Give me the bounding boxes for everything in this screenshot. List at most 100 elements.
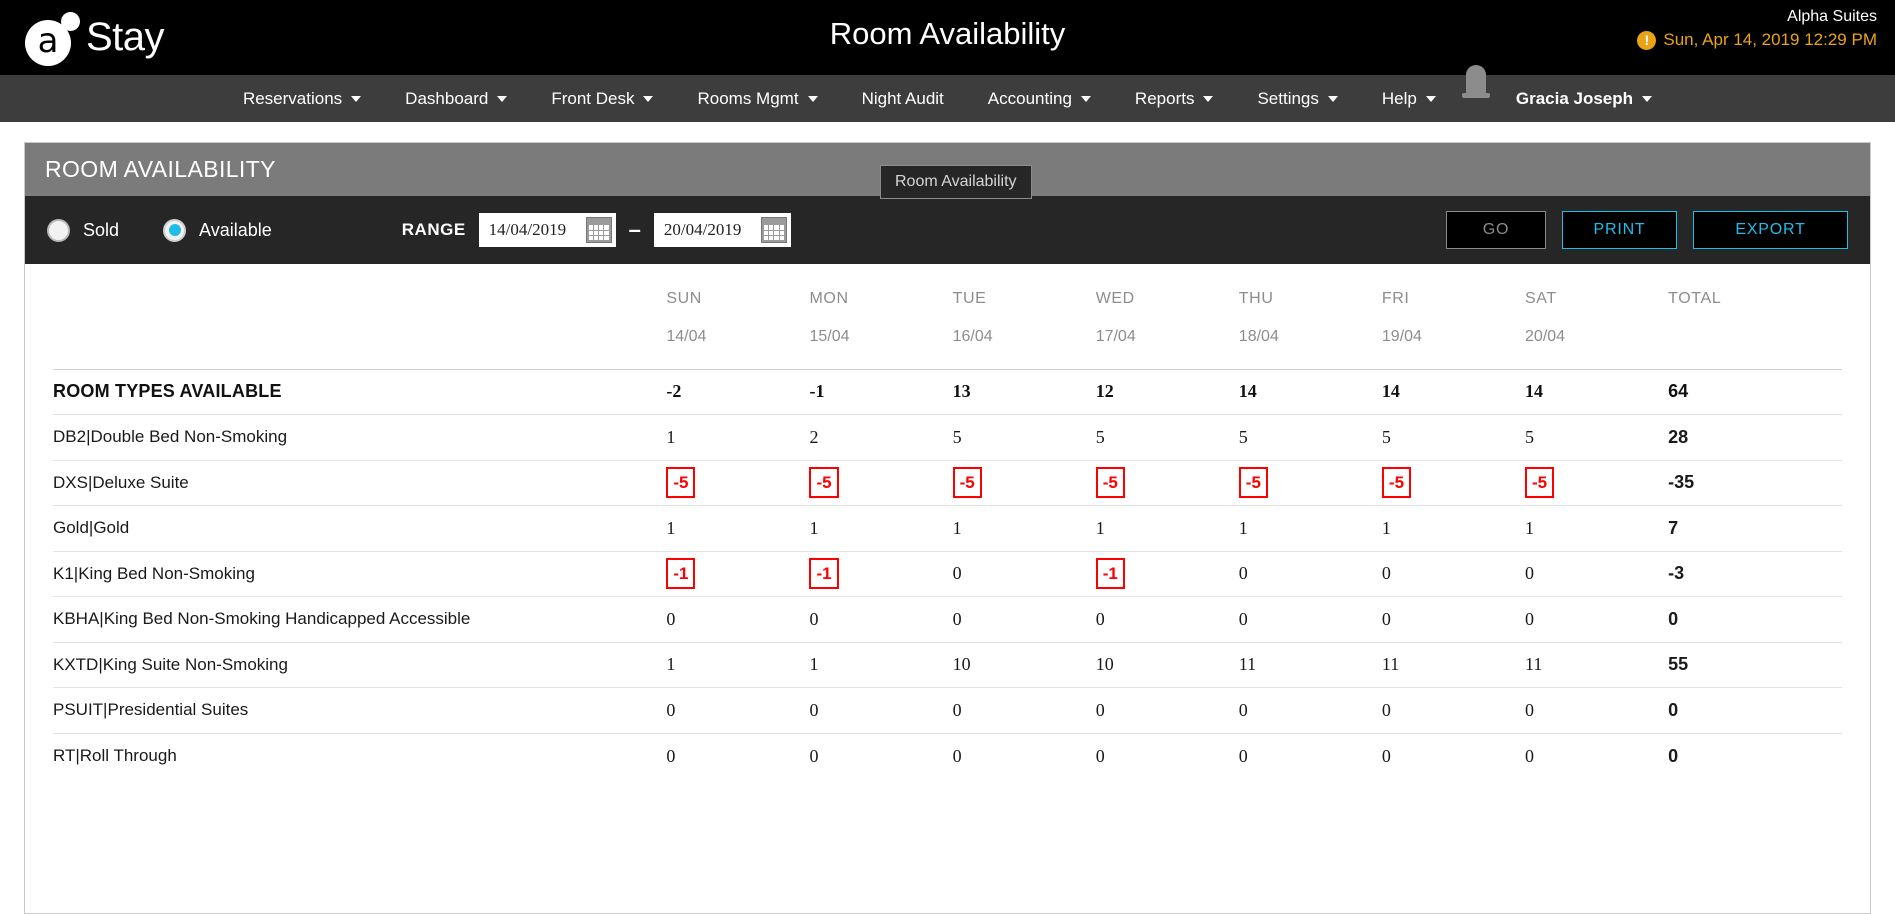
export-button[interactable]: EXPORT bbox=[1693, 211, 1848, 249]
nav-item-reports[interactable]: Reports bbox=[1113, 75, 1236, 122]
cell-total-value: 28 bbox=[1668, 415, 1842, 461]
cell-day-value: 0 bbox=[953, 688, 1096, 734]
radio-option-sold[interactable]: Sold bbox=[47, 219, 119, 242]
datetime-row: ! Sun, Apr 14, 2019 12:29 PM bbox=[1637, 30, 1877, 50]
cell-day-value: 5 bbox=[1382, 415, 1525, 461]
negative-value-badge: -1 bbox=[666, 558, 695, 589]
cell-day-value: 0 bbox=[1525, 551, 1668, 597]
cell-day-value: 0 bbox=[666, 733, 809, 779]
table-row: PSUIT|Presidential Suites00000000 bbox=[53, 688, 1842, 734]
cell-day-value: 5 bbox=[1525, 415, 1668, 461]
panel-title: ROOM AVAILABILITY bbox=[45, 156, 276, 183]
room-availability-table: SUN 14/04 MON 15/04 TUE 16/04 bbox=[53, 264, 1842, 779]
cell-day-value: -5 bbox=[1382, 460, 1525, 506]
property-name: Alpha Suites bbox=[1637, 6, 1877, 28]
cell-room-type-name: KBHA|King Bed Non-Smoking Handicapped Ac… bbox=[53, 597, 666, 643]
nav-item-settings[interactable]: Settings bbox=[1235, 75, 1359, 122]
cell-day-value: 5 bbox=[1239, 415, 1382, 461]
table-row: ROOM TYPES AVAILABLE-2-1131214141464 bbox=[53, 369, 1842, 415]
cell-day-value: 14 bbox=[1239, 369, 1382, 415]
negative-value-badge: -5 bbox=[666, 467, 695, 498]
radio-label-sold: Sold bbox=[83, 220, 119, 241]
column-header-mon: MON 15/04 bbox=[809, 264, 952, 369]
cell-day-value: 10 bbox=[953, 642, 1096, 688]
nav-item-reservations[interactable]: Reservations bbox=[221, 75, 383, 122]
nav-label: Rooms Mgmt bbox=[697, 89, 798, 109]
negative-value-badge: -5 bbox=[953, 467, 982, 498]
radio-circle-selected-icon bbox=[163, 219, 186, 242]
cell-day-value: 0 bbox=[1239, 597, 1382, 643]
calendar-icon[interactable] bbox=[586, 217, 612, 243]
cell-room-type-name: KXTD|King Suite Non-Smoking bbox=[53, 642, 666, 688]
table-row: RT|Roll Through00000000 bbox=[53, 733, 1842, 779]
current-datetime: Sun, Apr 14, 2019 12:29 PM bbox=[1663, 30, 1877, 50]
cell-day-value: 10 bbox=[1096, 642, 1239, 688]
nav-item-rooms-mgmt[interactable]: Rooms Mgmt bbox=[675, 75, 839, 122]
nav-item-help[interactable]: Help bbox=[1360, 75, 1458, 122]
negative-value-badge: -1 bbox=[1096, 558, 1125, 589]
nav-label: Settings bbox=[1257, 89, 1318, 109]
chevron-down-icon bbox=[1081, 96, 1091, 102]
column-header-thu: THU 18/04 bbox=[1239, 264, 1382, 369]
go-button[interactable]: GO bbox=[1446, 211, 1546, 249]
nav-label: Front Desk bbox=[551, 89, 634, 109]
exclamation-icon[interactable]: ! bbox=[1637, 31, 1656, 50]
radio-option-available[interactable]: Available bbox=[163, 219, 272, 242]
cell-total-value: -3 bbox=[1668, 551, 1842, 597]
nav-item-accounting[interactable]: Accounting bbox=[966, 75, 1113, 122]
cell-total-value: -35 bbox=[1668, 460, 1842, 506]
cell-total-value: 0 bbox=[1668, 688, 1842, 734]
nav-label: Help bbox=[1382, 89, 1417, 109]
main-navigation-bar: Reservations Dashboard Front Desk Rooms … bbox=[0, 75, 1895, 122]
cell-day-value: 1 bbox=[1239, 506, 1382, 552]
nav-item-dashboard[interactable]: Dashboard bbox=[383, 75, 529, 122]
cell-total-value: 0 bbox=[1668, 597, 1842, 643]
user-menu[interactable]: Gracia Joseph bbox=[1494, 75, 1674, 122]
top-header-bar: a Stay Room Availability Alpha Suites ! … bbox=[0, 0, 1895, 75]
table-row: DXS|Deluxe Suite-5-5-5-5-5-5-5-35 bbox=[53, 460, 1842, 506]
negative-value-badge: -5 bbox=[809, 467, 838, 498]
cell-room-type-name: PSUIT|Presidential Suites bbox=[53, 688, 666, 734]
table-header-row: SUN 14/04 MON 15/04 TUE 16/04 bbox=[53, 264, 1842, 369]
column-header-room-type bbox=[53, 264, 666, 369]
nav-label: Night Audit bbox=[862, 89, 944, 109]
cell-room-type-name: ROOM TYPES AVAILABLE bbox=[53, 369, 666, 415]
notification-bell-icon[interactable] bbox=[1464, 79, 1488, 119]
date-from-field[interactable]: 14/04/2019 bbox=[479, 213, 616, 247]
cell-day-value: -5 bbox=[1525, 460, 1668, 506]
cell-day-value: -1 bbox=[666, 551, 809, 597]
nav-label: Dashboard bbox=[405, 89, 488, 109]
app-logo[interactable]: a Stay bbox=[25, 0, 164, 75]
cell-day-value: 0 bbox=[1382, 551, 1525, 597]
logo-wordmark: Stay bbox=[86, 15, 164, 60]
negative-value-badge: -5 bbox=[1382, 467, 1411, 498]
cell-room-type-name: DXS|Deluxe Suite bbox=[53, 460, 666, 506]
table-row: K1|King Bed Non-Smoking-1-10-1000-3 bbox=[53, 551, 1842, 597]
nav-item-front-desk[interactable]: Front Desk bbox=[529, 75, 675, 122]
date-range-block: RANGE 14/04/2019 – 20/04/2019 bbox=[402, 213, 791, 247]
cell-room-type-name: Gold|Gold bbox=[53, 506, 666, 552]
nav-item-night-audit[interactable]: Night Audit bbox=[840, 75, 966, 122]
negative-value-badge: -5 bbox=[1525, 467, 1554, 498]
chevron-down-icon bbox=[643, 96, 653, 102]
calendar-icon[interactable] bbox=[761, 217, 787, 243]
date-to-field[interactable]: 20/04/2019 bbox=[654, 213, 791, 247]
logo-mark-icon: a bbox=[25, 10, 81, 66]
cell-day-value: 5 bbox=[1096, 415, 1239, 461]
user-name-label: Gracia Joseph bbox=[1516, 89, 1633, 109]
cell-day-value: -5 bbox=[953, 460, 1096, 506]
print-button[interactable]: PRINT bbox=[1562, 211, 1677, 249]
negative-value-badge: -5 bbox=[1096, 467, 1125, 498]
logo-dot-icon bbox=[61, 12, 80, 31]
chevron-down-icon bbox=[497, 96, 507, 102]
cell-day-value: 0 bbox=[1382, 597, 1525, 643]
chevron-down-icon bbox=[808, 96, 818, 102]
negative-value-badge: -5 bbox=[1239, 467, 1268, 498]
cell-day-value: 1 bbox=[1382, 506, 1525, 552]
table-row: KXTD|King Suite Non-Smoking1110101111115… bbox=[53, 642, 1842, 688]
cell-day-value: 0 bbox=[953, 597, 1096, 643]
filter-toolbar: Room Availability Sold Available RANGE 1… bbox=[25, 196, 1870, 264]
cell-day-value: 0 bbox=[666, 688, 809, 734]
cell-day-value: 1 bbox=[666, 506, 809, 552]
chevron-down-icon bbox=[1203, 96, 1213, 102]
